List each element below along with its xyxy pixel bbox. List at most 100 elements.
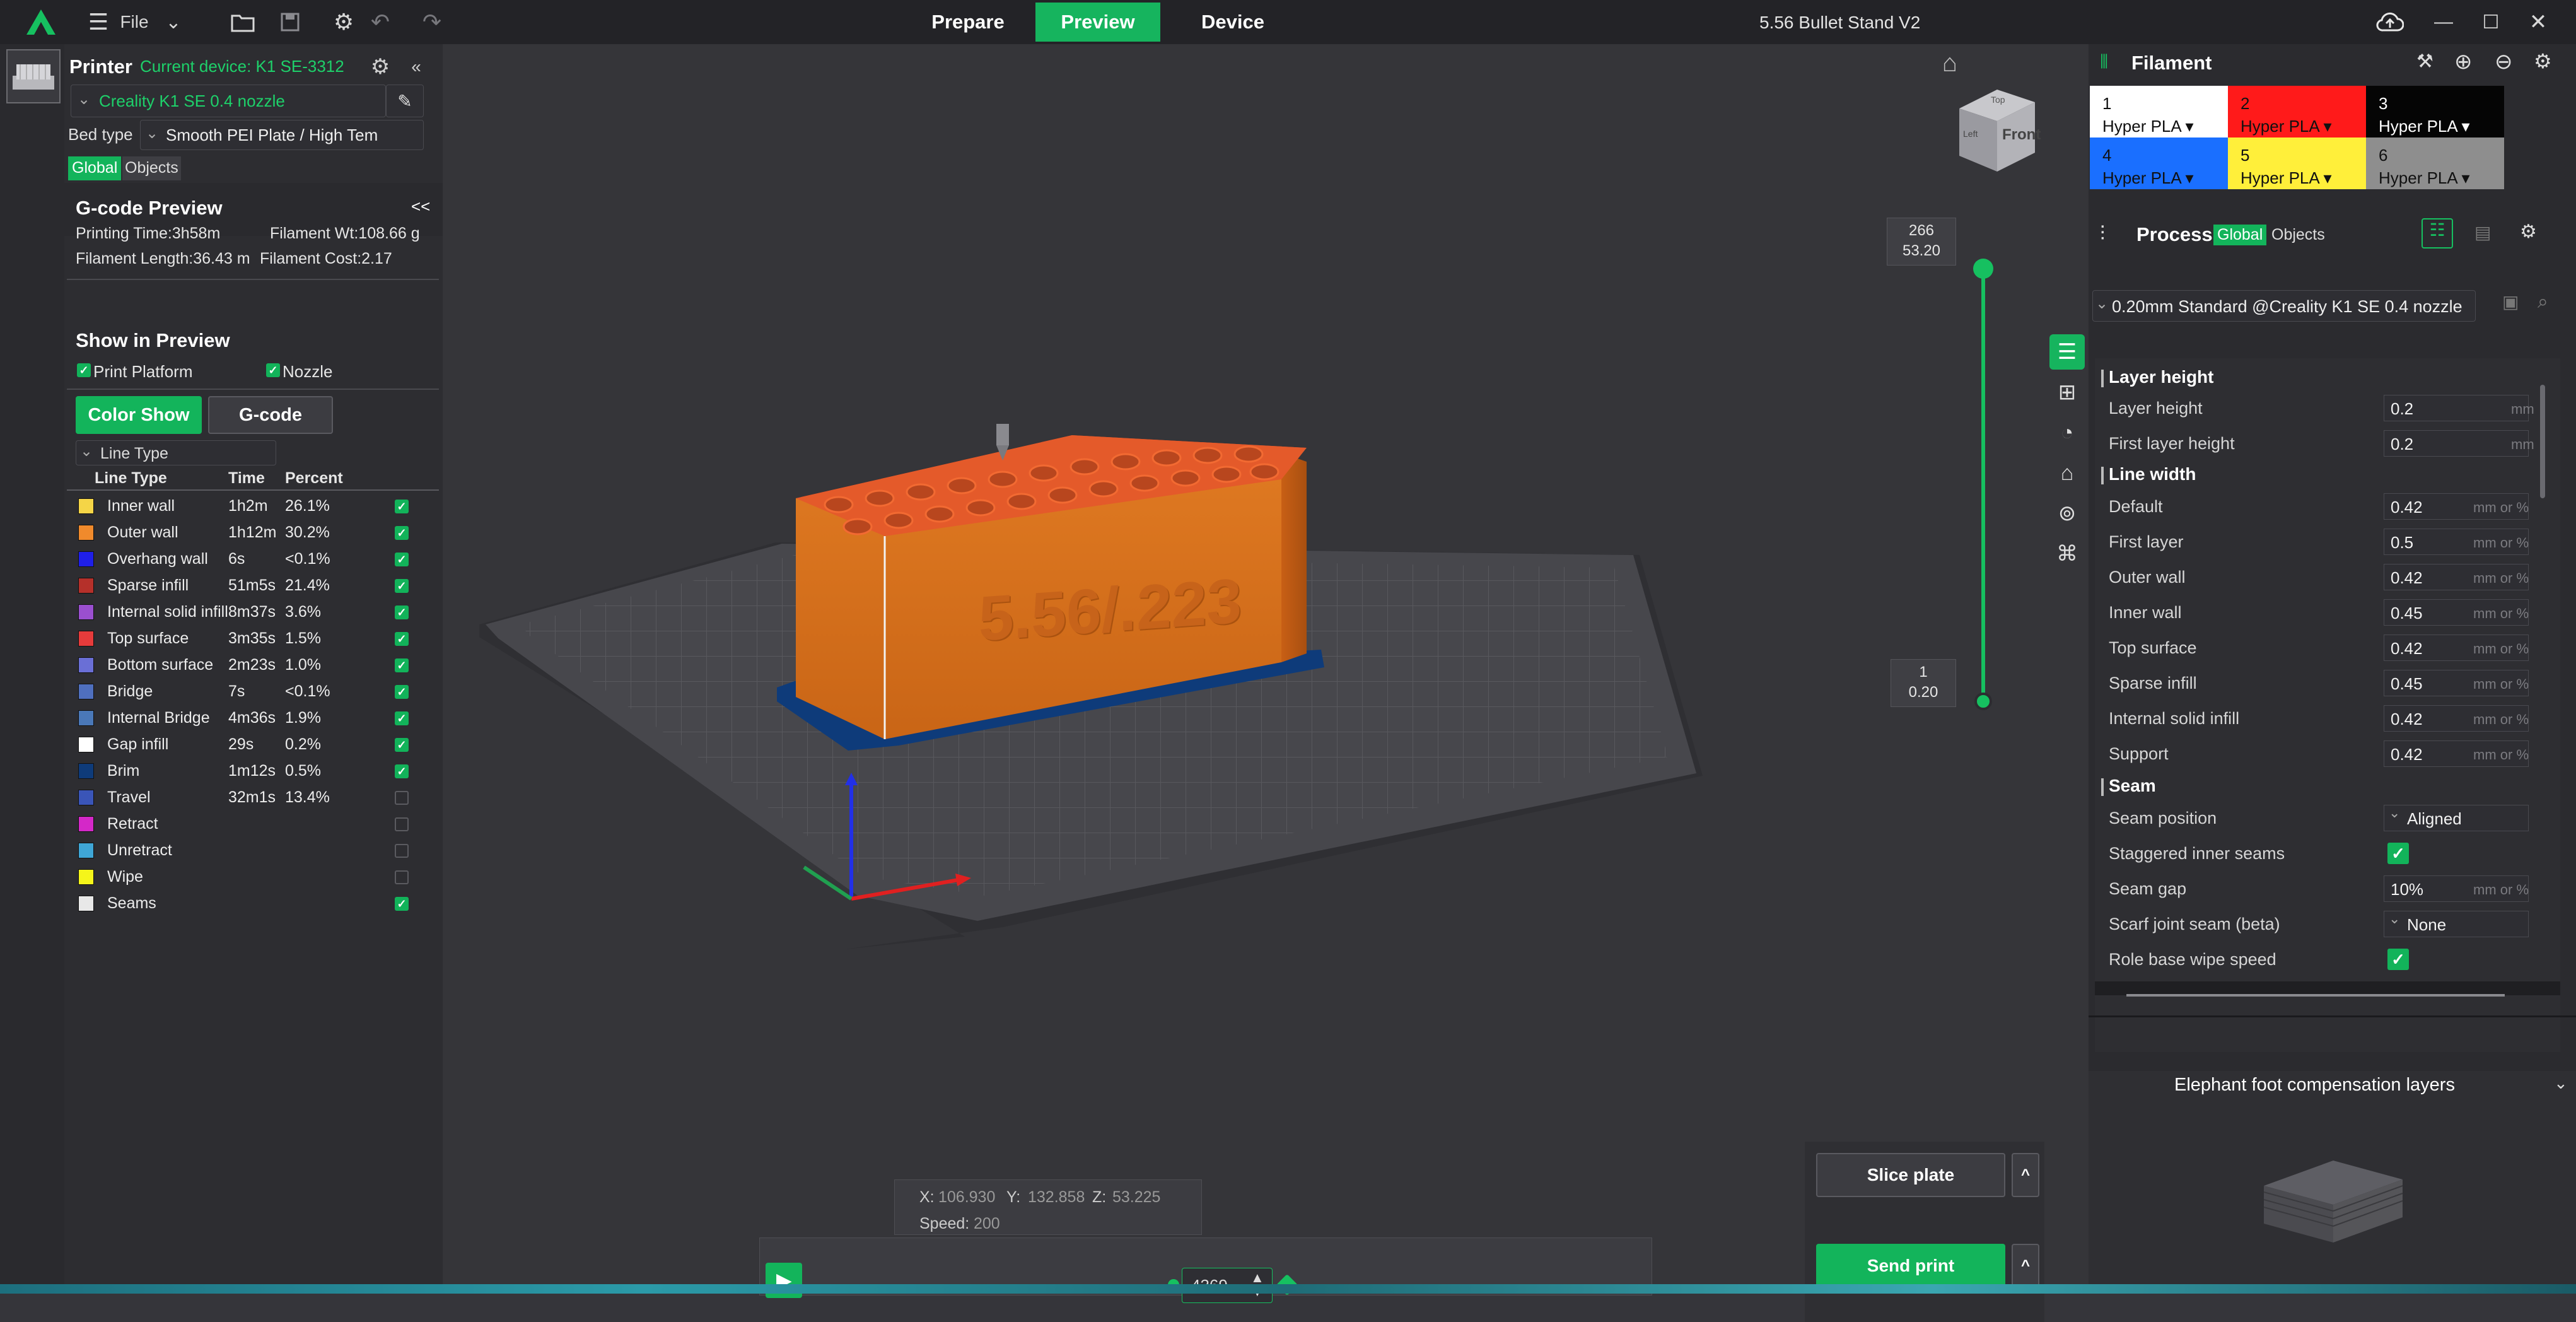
nozzle-checkbox[interactable]: ✓: [266, 363, 280, 377]
line-type-visibility-checkbox[interactable]: ✓: [395, 711, 409, 725]
filament-slot[interactable]: 1 Hyper PLA ▾: [2090, 86, 2228, 137]
param-layer-height-input[interactable]: 0.2: [2384, 395, 2529, 421]
slice-options-button[interactable]: ^: [2012, 1153, 2039, 1197]
scope-objects-button[interactable]: Objects: [122, 156, 181, 180]
compare-icon[interactable]: ▤: [2474, 222, 2491, 243]
line-type-visibility-checkbox[interactable]: ✓: [395, 632, 409, 646]
send-options-button[interactable]: ^: [2012, 1244, 2039, 1288]
line-type-color-swatch[interactable]: [78, 896, 94, 911]
horizontal-scrollbar[interactable]: [2095, 981, 2560, 995]
save-icon[interactable]: [274, 0, 306, 44]
layer-slider-track[interactable]: [1981, 268, 1985, 703]
line-type-visibility-checkbox[interactable]: ✓: [395, 553, 409, 566]
tab-device[interactable]: Device: [1173, 3, 1293, 42]
line-type-dropdown[interactable]: ⌄ Line Type: [76, 440, 276, 465]
view-cube[interactable]: Front Top Left: [1947, 83, 2048, 178]
tab-preview[interactable]: Preview: [1035, 3, 1160, 42]
line-type-color-swatch[interactable]: [78, 763, 94, 779]
line-type-color-swatch[interactable]: [78, 525, 94, 541]
line-type-color-swatch[interactable]: [78, 657, 94, 673]
hamburger-menu-icon[interactable]: ☰: [85, 0, 112, 44]
build-plate-scene[interactable]: [443, 44, 2089, 1284]
settings-gear-icon[interactable]: ⚙: [328, 0, 359, 44]
printer-preset-select[interactable]: ⌄ Creality K1 SE 0.4 nozzle: [71, 85, 386, 117]
line-type-color-swatch[interactable]: [78, 604, 94, 620]
tab-prepare[interactable]: Prepare: [908, 3, 1028, 42]
filament-slot[interactable]: 6 Hyper PLA ▾: [2366, 137, 2504, 189]
param-role-base-wipe-speed-checkbox[interactable]: ✓: [2387, 949, 2409, 970]
print-platform-checkbox[interactable]: ✓: [77, 363, 91, 377]
horizontal-scrollbar-thumb[interactable]: [2126, 994, 2505, 997]
collapse-left-icon[interactable]: «: [405, 53, 428, 81]
param-scarf-joint-seam-select[interactable]: None: [2384, 911, 2529, 937]
strength-tab-icon[interactable]: ⊞: [2049, 375, 2085, 410]
line-type-visibility-checkbox[interactable]: ✓: [395, 605, 409, 619]
slice-plate-button[interactable]: Slice plate: [1816, 1153, 2005, 1197]
color-show-button[interactable]: Color Show: [76, 396, 202, 434]
line-type-visibility-checkbox[interactable]: ✓: [395, 764, 409, 778]
filament-slot[interactable]: 5 Hyper PLA ▾: [2228, 137, 2366, 189]
filament-slot[interactable]: 2 Hyper PLA ▾: [2228, 86, 2366, 137]
advanced-view-icon[interactable]: ☷: [2422, 218, 2453, 249]
line-type-visibility-checkbox[interactable]: ✓: [395, 738, 409, 752]
line-type-color-swatch[interactable]: [78, 843, 94, 858]
line-type-visibility-checkbox[interactable]: [395, 870, 409, 884]
line-type-color-swatch[interactable]: [78, 816, 94, 832]
process-settings-icon[interactable]: ⚙: [2520, 221, 2537, 243]
settings-scrollbar[interactable]: [2540, 385, 2545, 498]
plate-thumbnail[interactable]: [6, 49, 61, 103]
line-type-visibility-checkbox[interactable]: [395, 791, 409, 805]
layer-slider-top-handle[interactable]: [1973, 259, 1993, 279]
filament-slot[interactable]: 3 Hyper PLA ▾: [2366, 86, 2504, 137]
minimize-icon[interactable]: —: [2425, 0, 2462, 44]
param-staggered-inner-seams-checkbox[interactable]: ✓: [2387, 843, 2409, 864]
line-type-visibility-checkbox[interactable]: ✓: [395, 526, 409, 540]
search-icon[interactable]: ⌕: [2538, 291, 2548, 313]
process-preset-select[interactable]: ⌄ 0.20mm Standard @Creality K1 SE 0.4 no…: [2092, 290, 2476, 322]
line-type-color-swatch[interactable]: [78, 631, 94, 646]
param-first-layer-height-input[interactable]: 0.2: [2384, 430, 2529, 457]
line-type-color-swatch[interactable]: [78, 737, 94, 752]
undo-icon[interactable]: ↶: [364, 0, 396, 44]
tip-collapse-icon[interactable]: ⌄: [2554, 1073, 2568, 1093]
caret-down-icon[interactable]: ▾: [2457, 117, 2470, 136]
quality-tab-icon[interactable]: ☰: [2049, 334, 2085, 370]
others-tab-icon[interactable]: ⊚: [2049, 496, 2085, 531]
caret-down-icon[interactable]: ▾: [2319, 168, 2332, 187]
caret-down-icon[interactable]: ▾: [2181, 117, 2194, 136]
caret-down-icon[interactable]: ▾: [2181, 168, 2194, 187]
line-type-visibility-checkbox[interactable]: [395, 817, 409, 831]
caret-down-icon[interactable]: ▾: [2319, 117, 2332, 136]
save-preset-icon[interactable]: ▣: [2502, 291, 2519, 312]
process-scope-objects[interactable]: Objects: [2271, 226, 2325, 244]
line-type-visibility-checkbox[interactable]: ✓: [395, 579, 409, 593]
cloud-upload-icon[interactable]: [2371, 0, 2409, 44]
edit-printer-button[interactable]: ✎: [386, 85, 424, 117]
filament-sync-icon[interactable]: ⚒: [2416, 50, 2433, 73]
filament-slot[interactable]: 4 Hyper PLA ▾: [2090, 137, 2228, 189]
line-type-visibility-checkbox[interactable]: ✓: [395, 897, 409, 911]
remove-filament-icon[interactable]: ⊖: [2495, 49, 2513, 74]
line-type-visibility-checkbox[interactable]: ✓: [395, 658, 409, 672]
gcode-button[interactable]: G-code: [208, 396, 333, 434]
3d-viewport[interactable]: 5.56/.223 ⌂ Front Top Left 266 53.20 1 0…: [443, 44, 2089, 1322]
support-tab-icon[interactable]: ⌂: [2049, 455, 2085, 491]
caret-down-icon[interactable]: ▾: [2457, 168, 2470, 187]
printer-settings-icon[interactable]: ⚙: [364, 53, 396, 81]
scope-global-button[interactable]: Global: [68, 156, 122, 180]
file-menu[interactable]: File: [112, 0, 156, 44]
line-type-color-swatch[interactable]: [78, 551, 94, 567]
multimaterial-tab-icon[interactable]: ⌘: [2049, 536, 2085, 571]
bed-type-select[interactable]: ⌄ Smooth PEI Plate / High Tem: [140, 120, 424, 150]
redo-icon[interactable]: ↷: [416, 0, 448, 44]
line-type-color-swatch[interactable]: [78, 498, 94, 514]
maximize-icon[interactable]: ☐: [2472, 0, 2510, 44]
layer-slider-bottom-handle[interactable]: [1974, 693, 1992, 710]
line-type-color-swatch[interactable]: [78, 578, 94, 594]
line-type-visibility-checkbox[interactable]: ✓: [395, 685, 409, 699]
close-icon[interactable]: ✕: [2519, 0, 2557, 44]
send-print-button[interactable]: Send print: [1816, 1244, 2005, 1288]
process-scope-global[interactable]: Global: [2213, 225, 2267, 245]
line-type-visibility-checkbox[interactable]: [395, 844, 409, 858]
line-type-color-swatch[interactable]: [78, 790, 94, 805]
